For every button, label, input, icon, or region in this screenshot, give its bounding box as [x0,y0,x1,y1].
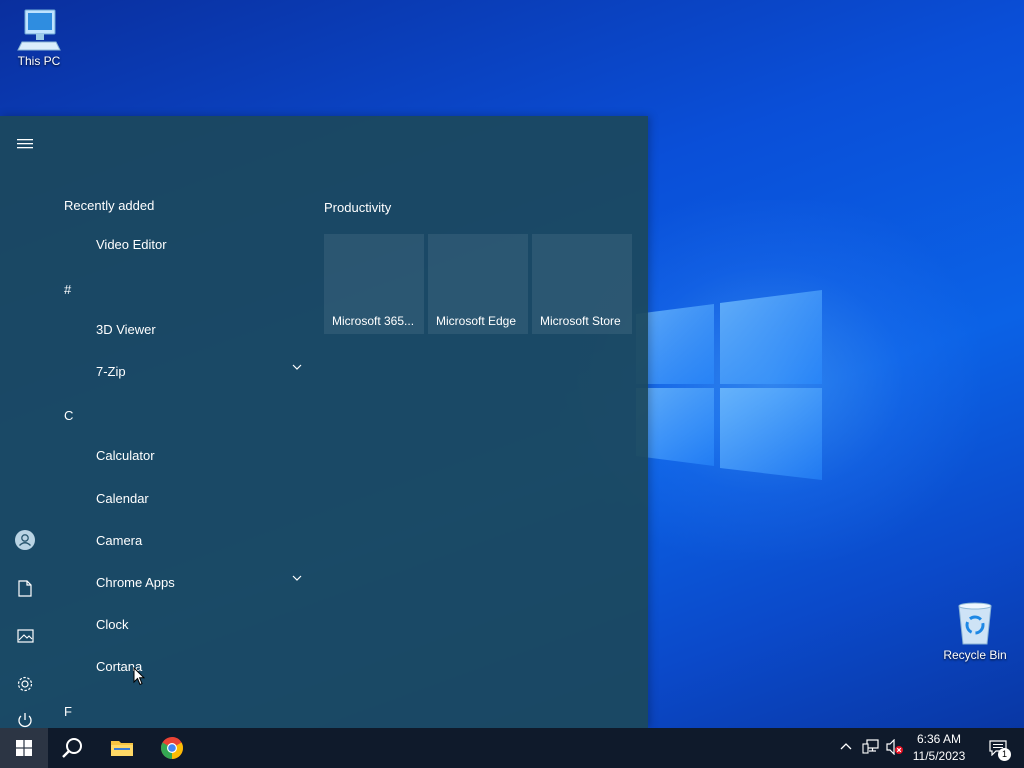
documents-button[interactable] [0,568,50,608]
windows-start-icon [16,740,32,756]
app-item-label: Calculator [96,447,155,463]
chevron-up-icon[interactable] [840,742,852,750]
app-item-label: Calendar [96,490,149,506]
windows-wallpaper-logo [636,290,822,480]
group-header-f[interactable]: F [64,704,72,719]
user-account-icon [15,530,35,550]
app-item-clock[interactable]: Clock [96,611,302,637]
app-item-cortana[interactable]: Cortana [96,653,302,679]
network-icon[interactable] [862,739,880,755]
tile-label: Microsoft Store [540,314,621,328]
start-menu-rail [0,116,50,728]
chevron-down-icon [292,364,302,370]
desktop-icon-this-pc[interactable]: This PC [1,8,77,68]
chrome-button[interactable] [148,728,196,768]
power-button[interactable] [0,712,50,728]
tile-microsoft-edge[interactable]: Microsoft Edge [428,234,528,334]
tile-microsoft-store[interactable]: Microsoft Store [532,234,632,334]
search-icon [62,738,82,758]
app-item-camera[interactable]: Camera [96,527,302,553]
user-account-button[interactable] [0,520,50,560]
folder-icon [111,741,133,756]
app-item-calculator[interactable]: Calculator [96,442,302,468]
pictures-icon [16,629,34,643]
hamburger-menu-button[interactable] [0,124,50,164]
app-item-label: Chrome Apps [96,574,175,590]
volume-muted-icon[interactable] [886,739,904,755]
app-item-3d-viewer[interactable]: 3D Viewer [96,316,302,342]
app-item-chrome-apps[interactable]: Chrome Apps [96,569,302,595]
documents-icon [18,579,32,597]
pictures-button[interactable] [0,616,50,656]
settings-icon [17,676,33,692]
app-item-calendar[interactable]: Calendar [96,485,302,511]
app-item-label: Camera [96,532,143,548]
taskbar-clock[interactable]: 6:36 AM 11/5/2023 [906,731,972,765]
power-icon [18,713,32,728]
clock-date: 11/5/2023 [912,749,966,763]
taskbar: 6:36 AM 11/5/2023 1 [0,728,1024,768]
search-button[interactable] [48,728,96,768]
group-header-hash[interactable]: # [64,282,71,297]
file-explorer-button[interactable] [98,728,146,768]
desktop-icon-label: Recycle Bin [943,648,1007,662]
app-item-7-zip[interactable]: 7-Zip [96,358,302,384]
tile-microsoft-365[interactable]: Microsoft 365... [324,234,424,334]
chevron-down-icon [292,575,302,581]
computer-icon [17,9,61,51]
mouse-cursor-icon [133,667,145,686]
hamburger-menu-icon [17,139,33,149]
start-menu: Recently added Video Editor # 3D Viewer … [0,116,648,728]
action-center-button[interactable]: 1 [978,728,1018,768]
group-header-c[interactable]: C [64,408,73,423]
recycle-bin-icon [958,602,992,645]
tile-label: Microsoft Edge [436,314,517,328]
app-item-label: 3D Viewer [96,321,156,337]
app-item-video-editor[interactable]: Video Editor [96,231,302,257]
app-item-label: Video Editor [96,236,167,252]
desktop-icon-recycle-bin[interactable]: Recycle Bin [937,602,1013,662]
recently-added-header: Recently added [64,198,155,213]
start-button[interactable] [0,728,48,768]
app-list: Recently added Video Editor # 3D Viewer … [50,188,310,728]
app-item-label: Clock [96,616,129,632]
app-item-label: 7-Zip [96,363,126,379]
notification-count-badge: 1 [998,748,1011,761]
tile-label: Microsoft 365... [332,314,415,328]
desktop-icon-label: This PC [17,54,61,68]
settings-button[interactable] [0,664,50,704]
tile-group-title[interactable]: Productivity [324,200,391,215]
chrome-icon [161,737,183,759]
clock-time: 6:36 AM [916,732,962,746]
